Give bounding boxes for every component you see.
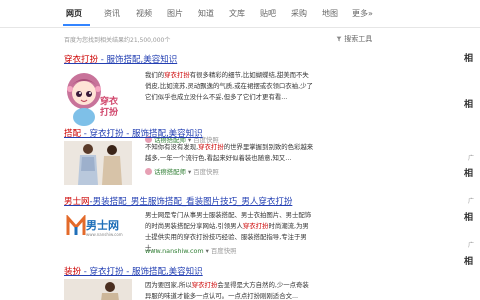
result-title-link[interactable]: 男士网-男装搭配_男生服饰搭配_看装图片技巧_男人穿衣打扮 — [64, 195, 292, 207]
result-title-link[interactable]: 搭配 - 穿衣打扮 - 服饰搭配,美容知识 — [64, 127, 203, 139]
source-site-link[interactable]: 话痨搭配师 — [154, 168, 186, 176]
thumbnail-caption: 穿衣打扮 — [100, 97, 119, 118]
related-heading: 相 — [464, 169, 474, 179]
search-tools-button[interactable]: 搜索工具 — [336, 34, 372, 44]
tab-purchase[interactable]: 采购 — [291, 8, 307, 19]
result-thumbnail[interactable]: 男士网 www.nanshiw.com — [64, 209, 134, 249]
result-title-link[interactable]: 穿衣打扮 - 服饰搭配,美容知识 — [64, 53, 177, 65]
fashion-photo — [64, 279, 132, 300]
ad-marker: 广 — [468, 198, 475, 205]
snapshot-link[interactable]: 百度快照 — [211, 247, 237, 255]
tab-more[interactable]: 更多» — [352, 8, 373, 19]
tab-wenku[interactable]: 文库 — [229, 8, 245, 19]
site-favicon — [145, 168, 152, 175]
related-heading: 相 — [464, 213, 474, 223]
brand-text: 男士网 — [86, 219, 119, 232]
result-thumbnail[interactable] — [64, 141, 132, 185]
snapshot-link[interactable]: 百度快照 — [193, 168, 219, 176]
tab-web[interactable]: 网页 — [66, 8, 82, 19]
related-heading: 相 — [464, 54, 474, 64]
result-abstract: 不知你有没有发现,穿衣打扮的世界里掌握到别致的色彩越来越多,一年一个流行色,看起… — [145, 143, 314, 162]
ad-marker: 广 — [468, 242, 475, 249]
brand-domain: www.nanshiw.com — [86, 232, 123, 237]
related-heading: 相 — [464, 257, 474, 267]
tab-tieba[interactable]: 贴吧 — [260, 8, 276, 19]
result-thumbnail[interactable] — [64, 279, 132, 300]
result-thumbnail[interactable]: 穿衣打扮 — [64, 67, 130, 133]
related-heading: 相 — [464, 100, 474, 110]
result-abstract: 因为要回家,所以穿衣打扮会显得是大方自然的,少一点奇装异服的味道才能多一点认可。… — [145, 281, 309, 300]
source-site-link[interactable]: www.nanshiw.com — [145, 247, 204, 255]
result-abstract: 我们的穿衣打扮有很多精彩的细节,比如蝴蝶结,甜美而不失俏皮,比如流苏,灵动飘逸的… — [145, 71, 313, 101]
m-logo-icon — [66, 215, 86, 235]
fashion-photo — [64, 141, 132, 185]
tab-zhidao[interactable]: 知道 — [198, 8, 214, 19]
result-source: www.nanshiw.com ▾ 百度快照 — [145, 246, 236, 255]
result-title-link[interactable]: 装扮 - 穿衣打扮 - 服饰搭配,美容知识 — [64, 265, 203, 277]
active-tab-indicator — [63, 24, 90, 26]
search-tools-label: 搜索工具 — [344, 35, 373, 43]
result-count: 百度为您找到相关结果约21,500,000个 — [64, 37, 171, 44]
tab-video[interactable]: 视频 — [136, 8, 152, 19]
tab-images[interactable]: 图片 — [167, 8, 183, 19]
ad-marker: 广 — [468, 155, 475, 162]
result-source: 话痨搭配师 ▾ 百度快照 — [145, 167, 219, 176]
funnel-icon — [336, 36, 342, 42]
tab-news[interactable]: 资讯 — [104, 8, 120, 19]
tab-map[interactable]: 地图 — [322, 8, 338, 19]
